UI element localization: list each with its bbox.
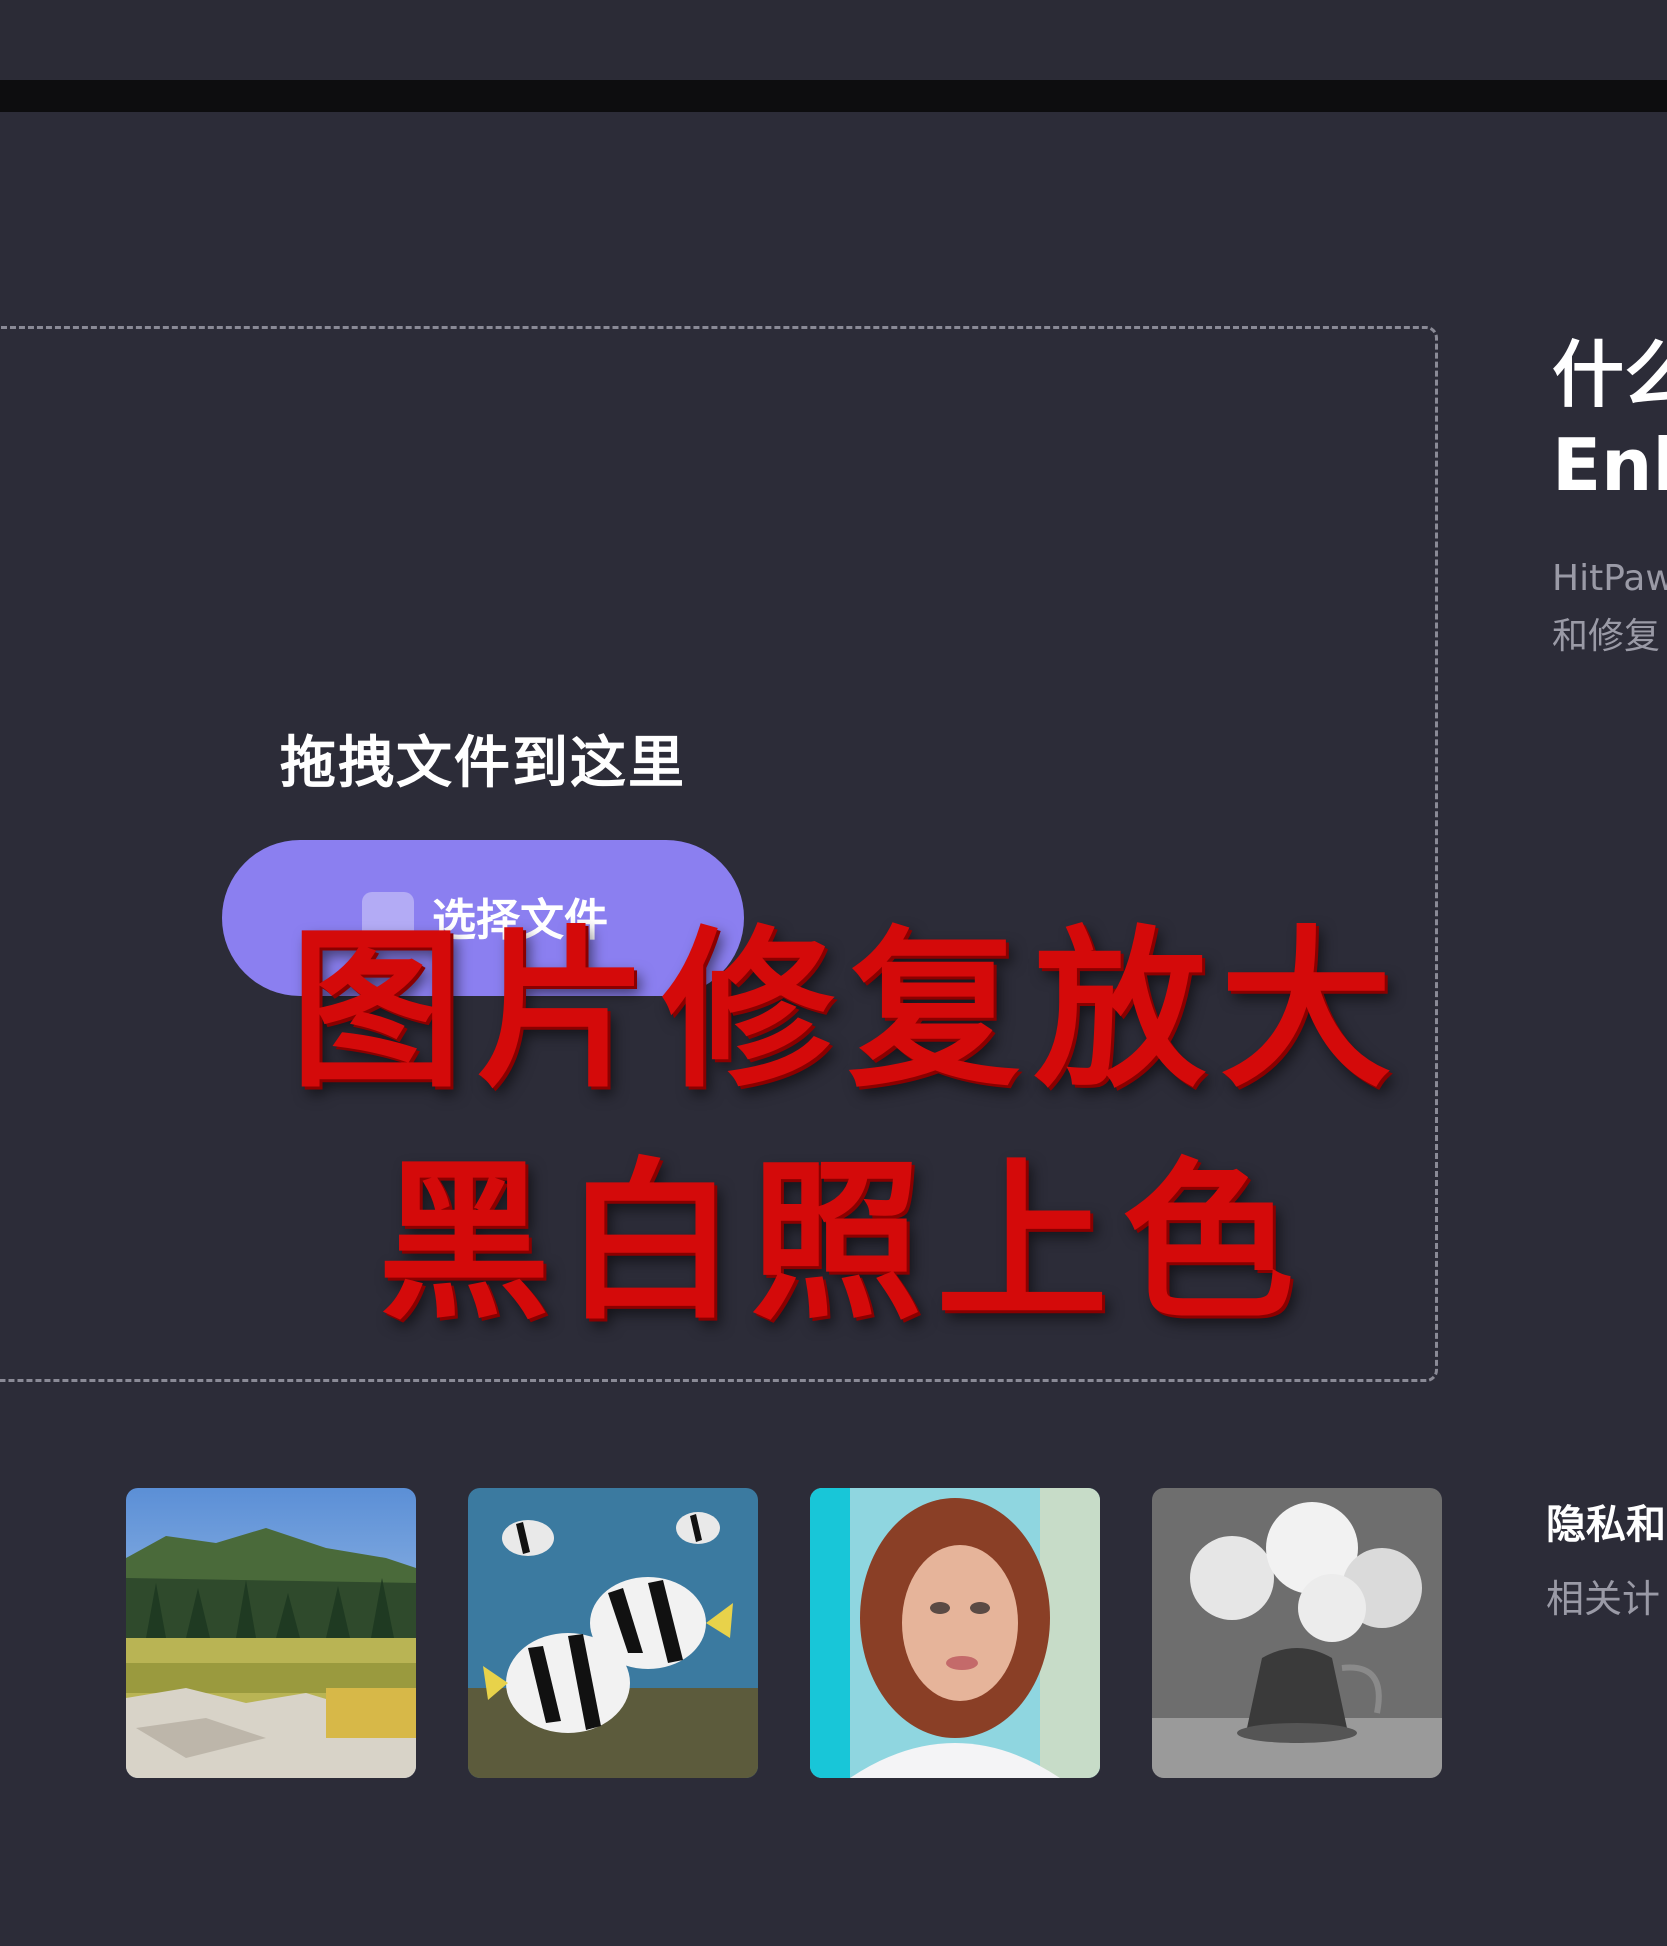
info-description: HitPaw 和修复 — [1552, 550, 1667, 666]
info-desc-line2: 和修复 — [1552, 616, 1661, 657]
promo-overlay-line1: 图片修复放大 — [290, 908, 1406, 1111]
portrait-thumbnail-icon — [810, 1488, 1100, 1778]
flower-vase-thumbnail-icon — [1152, 1488, 1442, 1778]
sample-landscape-thumbnail[interactable] — [126, 1488, 416, 1778]
promo-overlay-line2: 黑白照上色 — [378, 1140, 1308, 1343]
page: 拖拽文件到这里 选择文件 什么 Enh HitPaw 和修复 隐私和 相关计 — [0, 0, 1667, 1946]
privacy-title: 隐私和 — [1546, 1502, 1666, 1548]
sample-fish-thumbnail[interactable] — [468, 1488, 758, 1778]
header-divider — [0, 80, 1667, 112]
info-desc-line1: HitPaw — [1552, 558, 1667, 599]
landscape-thumbnail-icon — [126, 1488, 416, 1778]
info-heading-line1: 什么 — [1552, 333, 1667, 417]
privacy-description: 相关计 — [1546, 1577, 1661, 1621]
sample-portrait-thumbnail[interactable] — [810, 1488, 1100, 1778]
top-bar — [0, 0, 1667, 80]
info-heading: 什么 Enh — [1552, 330, 1667, 510]
sample-flower-vase-thumbnail[interactable] — [1152, 1488, 1442, 1778]
dropzone-title: 拖拽文件到这里 — [280, 731, 686, 796]
fish-thumbnail-icon — [468, 1488, 758, 1778]
info-heading-line2: Enh — [1552, 423, 1667, 507]
